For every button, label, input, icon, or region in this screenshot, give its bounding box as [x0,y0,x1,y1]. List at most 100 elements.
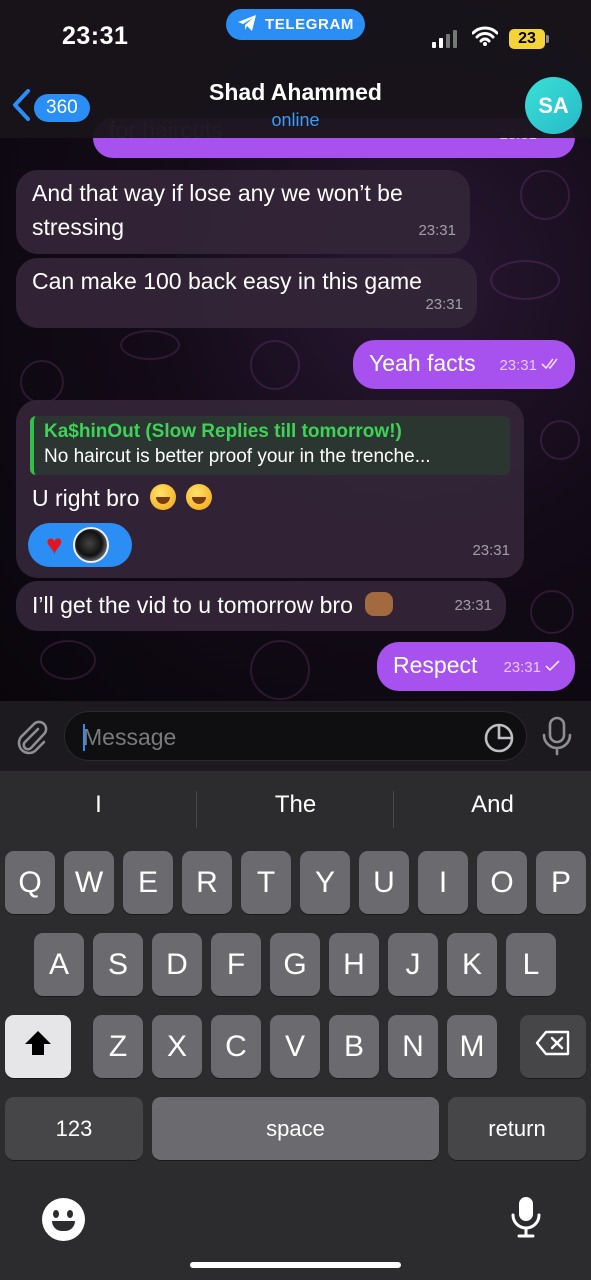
message-meta: 23:31 [418,214,456,248]
keyboard: I The And Q W E R T Y U I O P A S D F G … [0,771,591,1280]
battery-indicator: 23 [509,29,549,49]
message-time: 23:31 [472,542,510,559]
message-time: 23:31 [425,296,463,313]
key-v[interactable]: V [270,1015,320,1078]
key-d[interactable]: D [152,933,202,996]
message-bubble-incoming[interactable]: And that way if lose any we won’t be str… [16,170,470,254]
telegram-pill[interactable]: TELEGRAM [226,9,365,40]
message-bubble-outgoing[interactable]: Yeah facts 23:31 [353,340,575,389]
key-o[interactable]: O [477,851,527,914]
key-w[interactable]: W [64,851,114,914]
key-p[interactable]: P [536,851,586,914]
message-meta: 23:31 [499,349,561,383]
key-m[interactable]: M [447,1015,497,1078]
message-bubble-incoming[interactable]: Ka$hinOut (Slow Replies till tomorrow!) … [16,400,524,578]
message-meta: 23:31 [503,651,561,685]
message-composer [0,701,591,771]
message-input[interactable] [83,720,463,754]
shift-key[interactable] [5,1015,71,1078]
background-doodle [520,170,570,220]
suggestion-bar: I The And [0,771,591,846]
message-text-row: U right bro [16,475,524,515]
message-time: 23:31 [418,222,456,239]
key-a[interactable]: A [34,933,84,996]
fist-bump-emoji-icon [365,592,394,616]
suggestion-item[interactable]: I [0,791,197,819]
telegram-plane-icon [237,14,257,36]
chat-header: 360 Shad Ahammed online SA [0,70,591,138]
key-i[interactable]: I [418,851,468,914]
message-meta: 23:31 [454,589,492,623]
message-text: Can make 100 back easy in this game [32,268,422,294]
background-doodle [250,640,310,700]
background-doodle [490,260,560,300]
message-bubble-incoming[interactable]: Can make 100 back easy in this game 23:3… [16,258,477,328]
key-f[interactable]: F [211,933,261,996]
telegram-pill-label: TELEGRAM [265,16,354,33]
message-text: U right bro [32,485,140,511]
background-doodle [20,360,64,404]
message-time: 23:31 [503,659,541,676]
background-doodle [120,330,180,360]
message-meta: 23:31 [472,534,510,568]
reactor-avatar [72,527,109,563]
background-doodle [530,590,574,634]
status-time: 23:31 [62,22,129,50]
shift-arrow-icon [24,1030,52,1064]
space-key[interactable]: space [152,1097,439,1160]
return-key[interactable]: return [448,1097,586,1160]
wifi-icon [471,26,499,51]
home-indicator[interactable] [190,1262,401,1268]
key-h[interactable]: H [329,933,379,996]
laughing-emoji-icon [186,484,213,510]
key-k[interactable]: K [447,933,497,996]
background-doodle [540,420,580,460]
message-text: I’ll get the vid to u tomorrow bro [32,592,353,618]
message-text-row: I’ll get the vid to u tomorrow bro [16,581,506,630]
key-g[interactable]: G [270,933,320,996]
key-u[interactable]: U [359,851,409,914]
key-q[interactable]: Q [5,851,55,914]
key-j[interactable]: J [388,933,438,996]
suggestion-item[interactable]: And [394,791,591,819]
dictation-mic-icon[interactable] [510,1195,542,1244]
double-check-icon [541,349,561,383]
key-z[interactable]: Z [93,1015,143,1078]
message-text: And that way if lose any we won’t be str… [32,180,403,240]
key-n[interactable]: N [388,1015,438,1078]
background-doodle [40,640,96,680]
paperclip-icon[interactable] [14,719,50,760]
suggestion-item[interactable]: The [197,791,394,819]
backspace-icon [535,1030,571,1064]
message-time: 23:31 [454,597,492,614]
microphone-icon[interactable] [540,716,574,761]
message-bubble-incoming[interactable]: I’ll get the vid to u tomorrow bro 23:31 [16,581,506,631]
key-y[interactable]: Y [300,851,350,914]
emoji-keyboard-icon[interactable] [42,1198,85,1241]
numbers-key[interactable]: 123 [5,1097,143,1160]
contact-avatar[interactable]: SA [525,77,582,134]
key-c[interactable]: C [211,1015,261,1078]
laughing-emoji-icon [149,484,176,510]
contact-name[interactable]: Shad Ahammed [0,79,591,106]
message-bubble-outgoing[interactable]: Respect 23:31 [377,642,575,691]
cellular-signal-icon [432,30,457,48]
key-x[interactable]: X [152,1015,202,1078]
key-l[interactable]: L [506,933,556,996]
key-s[interactable]: S [93,933,143,996]
contact-status: online [271,110,320,130]
reply-quote[interactable]: Ka$hinOut (Slow Replies till tomorrow!) … [30,416,510,475]
key-r[interactable]: R [182,851,232,914]
background-doodle [250,340,300,390]
heart-icon: ♥ [46,529,63,560]
reaction-chip[interactable]: ♥ [28,523,132,567]
reply-sender-name: Ka$hinOut (Slow Replies till tomorrow!) [44,421,402,442]
key-b[interactable]: B [329,1015,379,1078]
key-e[interactable]: E [123,851,173,914]
status-bar: 23:31 TELEGRAM 23 [0,0,591,70]
sticker-icon[interactable] [483,722,515,759]
single-check-icon [545,651,561,685]
key-t[interactable]: T [241,851,291,914]
message-input-field[interactable] [64,711,527,761]
backspace-key[interactable] [520,1015,586,1078]
